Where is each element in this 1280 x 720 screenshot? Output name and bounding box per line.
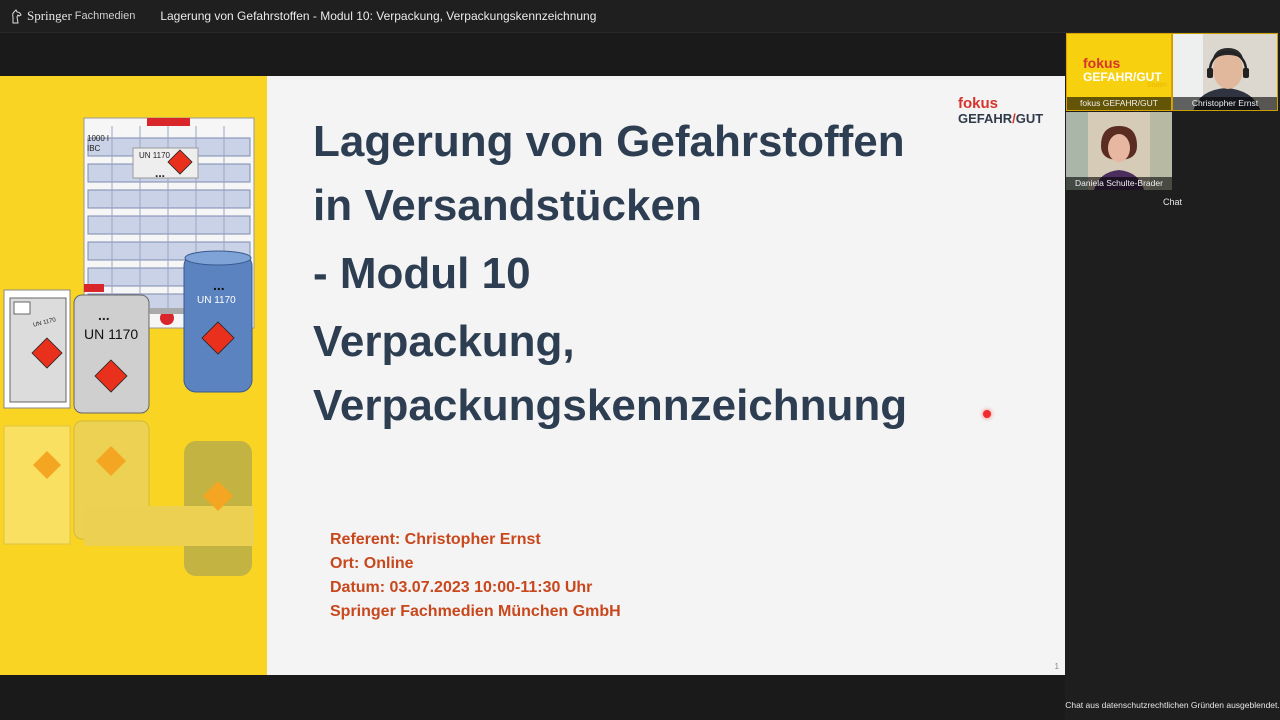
chat-notice: Chat aus datenschutzrechtlichen Gründen …: [1065, 700, 1280, 710]
info-organizer: Springer Fachmedien München GmbH: [330, 603, 621, 620]
presentation-slide: 1000 l IBC UN 1170 ... UN 1170 ... UN 11…: [0, 76, 1065, 675]
slide-title-line: in Versandstücken: [313, 181, 702, 230]
laser-pointer: [983, 410, 991, 418]
info-location: Ort: Online: [330, 555, 414, 572]
springer-horse-icon: [12, 8, 22, 23]
ibc-dots: ...: [155, 166, 166, 180]
drum-un-label: UN 1170: [197, 295, 236, 306]
ibc-volume: 1000 l: [87, 134, 109, 143]
participants-panel: fokus GEFAHR/GUT Stuttm fokus GEFAHR/GUT…: [1065, 33, 1280, 720]
top-bar: Springer Fachmedien Lagerung von Gefahrs…: [0, 0, 1280, 33]
slide-title: Lagerung von Gefahrstoffen in Versandstü…: [313, 110, 973, 438]
ibc-un-label: UN 1170: [139, 151, 170, 160]
tile-logo-top: fokus: [1083, 55, 1121, 71]
hazard-packages-illustration: [3, 117, 255, 576]
slide-page-number: 1: [1054, 662, 1059, 671]
slide-yellow-panel: 1000 l IBC UN 1170 ... UN 1170 ... UN 11…: [0, 76, 267, 675]
ibc-type: IBC: [87, 144, 101, 153]
drum-dots: ...: [213, 277, 225, 293]
participant-tile-christopher[interactable]: Christopher Ernst: [1172, 33, 1278, 111]
slide-title-line: Verpackungskennzeichnung: [313, 381, 908, 430]
slide-title-line: - Modul 10: [313, 249, 531, 298]
fokus-tile-logo: fokus GEFAHR/GUT: [1083, 56, 1162, 84]
participant-name: Christopher Ernst: [1173, 97, 1277, 110]
participant-name: fokus GEFAHR/GUT: [1067, 97, 1171, 110]
ibc-label: 1000 l IBC: [87, 134, 109, 154]
info-date: Datum: 03.07.2023 10:00-11:30 Uhr: [330, 579, 593, 596]
window-title: Lagerung von Gefahrstoffen - Modul 10: V…: [160, 9, 597, 23]
info-speaker: Referent: Christopher Ernst: [330, 531, 541, 548]
participant-tile-fokus[interactable]: fokus GEFAHR/GUT Stuttm fokus GEFAHR/GUT: [1066, 33, 1172, 111]
slide-info: Referent: Christopher Ernst Ort: Online …: [330, 528, 621, 624]
slide-title-line: Verpackung,: [313, 317, 575, 366]
box-un-label: UN 1170: [84, 326, 139, 342]
logo-gut: GUT: [1015, 111, 1044, 126]
springer-logo: Springer Fachmedien: [10, 8, 135, 24]
box-dots: ...: [98, 307, 110, 323]
brand-sub: Fachmedien: [74, 10, 136, 22]
chat-title: Chat: [1162, 197, 1182, 207]
brand-name: Springer: [27, 8, 72, 23]
logo-fokus-text: fokus: [958, 95, 999, 112]
slide-title-line: Lagerung von Gefahrstoffen: [313, 117, 905, 166]
participant-tile-daniela[interactable]: Daniela Schulte-Brader: [1066, 112, 1172, 190]
tile-logo-sub: Stuttm: [1146, 82, 1167, 89]
participant-name: Daniela Schulte-Brader: [1066, 177, 1172, 190]
